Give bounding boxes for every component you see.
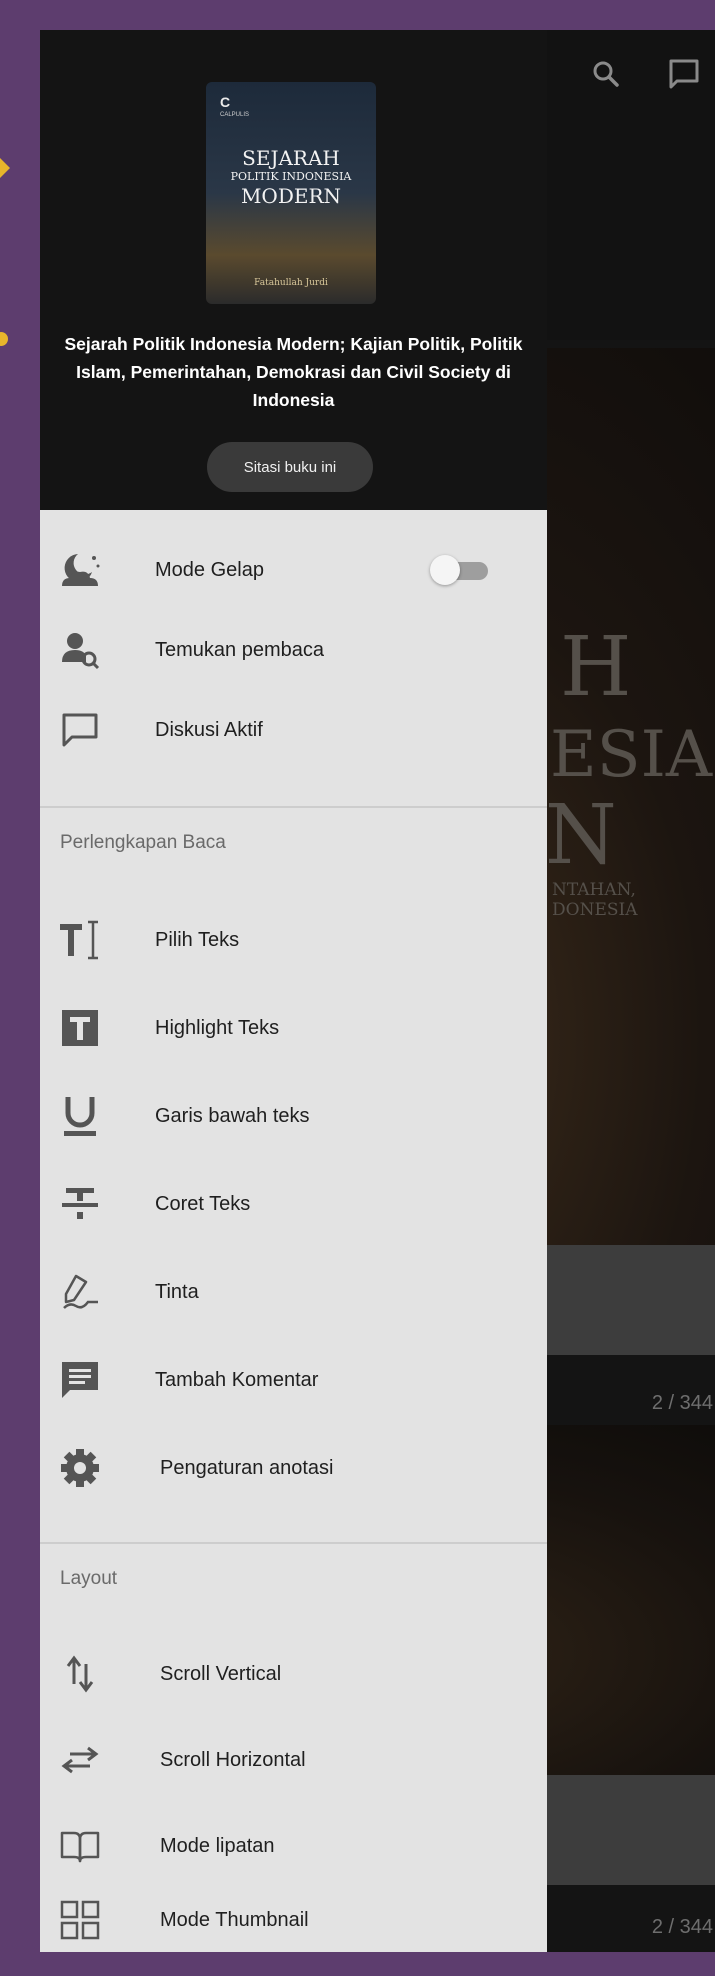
page-title-fragment: H	[560, 620, 632, 715]
menu-item-thumbnail-mode[interactable]: Mode Thumbnail	[40, 1880, 547, 1952]
ink-icon	[56, 1268, 104, 1316]
decorative-arrow	[0, 158, 10, 178]
menu-item-dark-mode[interactable]: Mode Gelap	[40, 530, 547, 610]
page-counter: 2 / 344	[651, 1916, 713, 1938]
menu-item-highlight-text[interactable]: Highlight Teks	[40, 988, 547, 1068]
page-subtitle-fragment: NTAHAN,	[552, 880, 636, 900]
menu-item-label: Mode Gelap	[155, 559, 264, 581]
decorative-dot	[0, 332, 8, 346]
thumbnail-grid-icon	[56, 1896, 104, 1944]
menu-item-active-discussion[interactable]: Diskusi Aktif	[40, 690, 547, 770]
menu-item-label: Highlight Teks	[155, 1017, 280, 1039]
section-header-layout: Layout	[60, 1568, 118, 1589]
menu-item-label: Garis bawah teks	[155, 1105, 310, 1127]
book-open-icon	[56, 1822, 104, 1870]
menu-item-strikethrough-text[interactable]: Coret Teks	[40, 1164, 547, 1244]
publisher-logo-icon: C	[220, 94, 231, 110]
book-cover: C CALPULIS SEJARAH POLITIK INDONESIA MOD…	[206, 82, 376, 304]
menu-item-label: Mode lipatan	[160, 1835, 275, 1857]
drawer-header: C CALPULIS SEJARAH POLITIK INDONESIA MOD…	[40, 30, 547, 510]
find-reader-icon	[56, 626, 104, 674]
page-title-fragment: ESIA	[550, 718, 713, 792]
cite-book-button[interactable]: Sitasi buku ini	[207, 442, 373, 492]
cover-title-line: MODERN	[240, 184, 342, 208]
app-screen: H ESIA N NTAHAN, DONESIA 2 / 344 2 / 344…	[40, 30, 715, 1952]
menu-item-label: Pilih Teks	[155, 929, 240, 951]
menu-item-find-reader[interactable]: Temukan pembaca	[40, 610, 547, 690]
divider	[40, 806, 547, 808]
menu-item-label: Mode Thumbnail	[160, 1909, 309, 1931]
menu-item-add-comment[interactable]: Tambah Komentar	[40, 1340, 547, 1420]
dark-mode-toggle[interactable]	[430, 555, 490, 585]
menu-item-scroll-vertical[interactable]: Scroll Vertical	[40, 1634, 547, 1714]
menu-item-label: Scroll Horizontal	[160, 1749, 306, 1771]
menu-item-scroll-horizontal[interactable]: Scroll Horizontal	[40, 1720, 547, 1800]
menu-item-label: Coret Teks	[155, 1193, 251, 1215]
settings-gear-icon	[56, 1444, 104, 1492]
divider	[40, 1542, 547, 1544]
menu-item-annotation-settings[interactable]: Pengaturan anotasi	[40, 1428, 547, 1508]
menu-item-label: Pengaturan anotasi	[160, 1457, 334, 1479]
menu-item-label: Scroll Vertical	[160, 1663, 282, 1685]
cover-author: Fatahullah Jurdi	[254, 278, 328, 288]
add-comment-icon	[56, 1356, 104, 1404]
menu-item-label: Diskusi Aktif	[155, 719, 263, 741]
page-subtitle-fragment: DONESIA	[552, 900, 638, 920]
night-mode-icon	[56, 546, 104, 594]
strikethrough-icon	[56, 1180, 104, 1228]
page-title-fragment: N	[545, 788, 617, 883]
scroll-horizontal-icon	[56, 1736, 104, 1784]
underline-icon	[56, 1092, 104, 1140]
publisher-name: CALPULIS	[220, 112, 250, 118]
menu-item-ink[interactable]: Tinta	[40, 1252, 547, 1332]
chat-icon	[56, 706, 104, 754]
highlight-text-icon	[56, 1004, 104, 1052]
menu-item-label: Temukan pembaca	[155, 639, 324, 661]
navigation-drawer: C CALPULIS SEJARAH POLITIK INDONESIA MOD…	[40, 30, 547, 1952]
cover-title-line: SEJARAH	[242, 146, 340, 170]
scroll-vertical-icon	[56, 1650, 104, 1698]
cover-title-line: POLITIK INDONESIA	[230, 170, 352, 183]
chat-icon[interactable]	[660, 50, 708, 98]
section-header-reading-tools: Perlengkapan Baca	[60, 832, 226, 853]
menu-item-label: Tambah Komentar	[155, 1369, 319, 1391]
menu-item-underline-text[interactable]: Garis bawah teks	[40, 1076, 547, 1156]
page-counter: 2 / 344	[651, 1392, 713, 1414]
toggle-knob	[430, 555, 460, 585]
select-text-icon	[56, 916, 104, 964]
menu-item-label: Tinta	[155, 1281, 199, 1303]
book-title: Sejarah Politik Indonesia Modern; Kajian…	[64, 334, 523, 410]
menu-item-select-text[interactable]: Pilih Teks	[40, 900, 547, 980]
search-icon[interactable]	[582, 50, 630, 98]
menu-item-fold-mode[interactable]: Mode lipatan	[40, 1806, 547, 1886]
